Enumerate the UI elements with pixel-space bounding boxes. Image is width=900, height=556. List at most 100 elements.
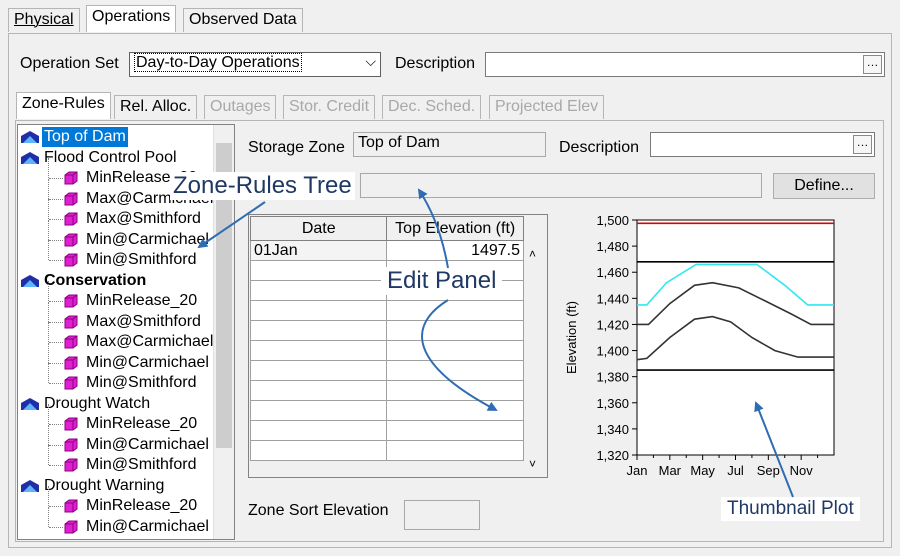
table-row[interactable] [249,320,524,341]
table-row[interactable] [249,440,524,461]
tree-guide-line [48,281,49,301]
tree-node-label: Conservation [44,271,147,289]
tree-rule-node[interactable]: Min@Smithford [18,445,214,475]
tree-guide-dash [49,198,63,200]
tab-physical[interactable]: Physical [8,8,80,32]
y-tick-label: 1,480 [596,239,629,254]
tree-rule-node[interactable]: Min@Carmichael [18,506,214,537]
edit-panel-table[interactable]: Date Top Elevation (ft) 01Jan 1497.5 ˄ ˅ [248,214,548,478]
y-tick-label: 1,340 [596,422,629,437]
tree-guide-dash [49,301,63,302]
tree-node-label: MinRelease_20 [86,292,198,309]
tree-node-label: Min@Smithford [86,456,197,473]
top-elevation-cell[interactable] [386,300,524,321]
sub-tab-strip: Zone-Rules Rel. Alloc. Outages Stor. Cre… [16,92,616,120]
tab-projected-elev[interactable]: Projected Elev [489,95,605,119]
table-row[interactable] [249,300,524,321]
date-cell[interactable] [249,340,388,361]
table-row[interactable] [249,340,524,361]
rule-cube-icon [64,458,78,472]
tree-guide-dash [49,362,63,364]
zone-description-ellipsis-button[interactable]: … [853,135,872,154]
tree-guide-dash [49,178,63,179]
zone-description-label: Description [559,139,640,156]
rule-cube-icon [64,253,78,267]
zone-sort-elevation-input[interactable] [404,500,480,530]
chevron-down-icon: ⌵ [365,53,376,69]
tree-zone-node[interactable]: Top of Dam [18,127,214,147]
table-header-cell[interactable]: Top Elevation (ft) [386,216,524,241]
date-cell[interactable] [249,400,388,421]
tree-guide-dash [49,424,63,425]
operation-description-input[interactable] [485,52,885,77]
date-cell[interactable] [249,440,388,461]
top-elevation-cell[interactable] [386,400,524,421]
tree-guide-dash [49,383,63,384]
rule-cube-icon [64,233,78,246]
tree-guide-line [48,301,49,322]
table-row[interactable] [249,360,524,381]
top-elevation-cell[interactable] [386,360,524,381]
callout-thumbnail-plot: Thumbnail Plot [721,497,860,521]
scroll-down-icon[interactable]: ˅ [529,457,536,471]
rule-cube-icon [64,499,78,513]
tree-guide-line [48,363,49,383]
operation-description-ellipsis-button[interactable]: … [863,55,882,74]
top-elevation-cell[interactable] [386,320,524,341]
top-elevation-cell[interactable] [386,440,524,461]
date-cell[interactable] [249,260,388,281]
date-cell[interactable] [249,300,388,321]
tab-dec-sched[interactable]: Dec. Sched. [382,95,482,119]
tree-node-label: Drought Warning [44,476,165,494]
tab-rel-alloc[interactable]: Rel. Alloc. [114,95,198,119]
table-scrollbar[interactable]: ˄ ˅ [525,239,547,477]
zone-folder-icon [21,397,39,410]
top-elevation-cell[interactable] [386,340,524,361]
table-row[interactable] [249,400,524,421]
tree-guide-line [48,342,49,363]
date-cell[interactable] [249,380,388,401]
tree-rule-node[interactable]: Min@Smithford [18,240,214,270]
top-elevation-cell[interactable] [386,380,524,401]
y-tick-label: 1,460 [596,265,629,280]
top-elevation-cell[interactable] [386,420,524,441]
define-button[interactable]: Define... [773,173,875,199]
tree-node-label: Flood Control Pool [44,148,177,166]
tree-guide-line [48,240,49,260]
table-row[interactable] [249,380,524,401]
date-cell[interactable] [249,420,388,441]
x-tick-label: May [690,463,715,478]
rule-cube-icon [64,212,78,226]
tree-guide-dash [49,444,63,446]
date-cell[interactable]: 01Jan [249,240,388,261]
tree-guide-dash [49,260,63,261]
tab-zone-rules[interactable]: Zone-Rules [16,92,111,119]
tree-node-label: Max@Smithford [86,210,201,227]
zone-folder-icon [21,479,39,492]
scroll-up-icon[interactable]: ˄ [529,247,536,261]
date-cell[interactable] [249,280,388,301]
elevation-table[interactable]: Date Top Elevation (ft) 01Jan 1497.5 [249,216,524,461]
tab-operations[interactable]: Operations [86,5,177,32]
tree-node-label: Min@Carmichael [86,517,209,535]
rule-expression-field[interactable] [360,173,762,198]
tree-rule-node[interactable]: Min@Smithford [18,363,214,393]
table-row[interactable]: 01Jan 1497.5 [249,240,524,261]
x-tick-label: Sep [757,463,780,478]
zone-description-input[interactable] [650,132,875,157]
date-cell[interactable] [249,360,388,381]
operation-set-dropdown[interactable]: Day-to-Day Operations ⌵ [129,52,381,77]
table-header-cell[interactable]: Date [249,216,388,241]
thumbnail-plot: 1,320 1,340 1,360 1,380 1,400 1,420 1,440 1,460… [564,213,835,478]
storage-zone-input[interactable]: Top of Dam [353,132,546,157]
date-cell[interactable] [249,320,388,341]
tree-guide-line [48,506,49,527]
tab-observed-data[interactable]: Observed Data [183,8,303,32]
tab-outages[interactable]: Outages [204,95,277,119]
tab-stor-credit[interactable]: Stor. Credit [283,95,376,119]
table-row[interactable] [249,420,524,441]
tree-guide-line [48,322,49,342]
top-elevation-cell[interactable]: 1497.5 [386,240,524,261]
tree-node-label: MinRelease_20 [86,497,198,514]
zone-folder-icon [21,131,39,143]
